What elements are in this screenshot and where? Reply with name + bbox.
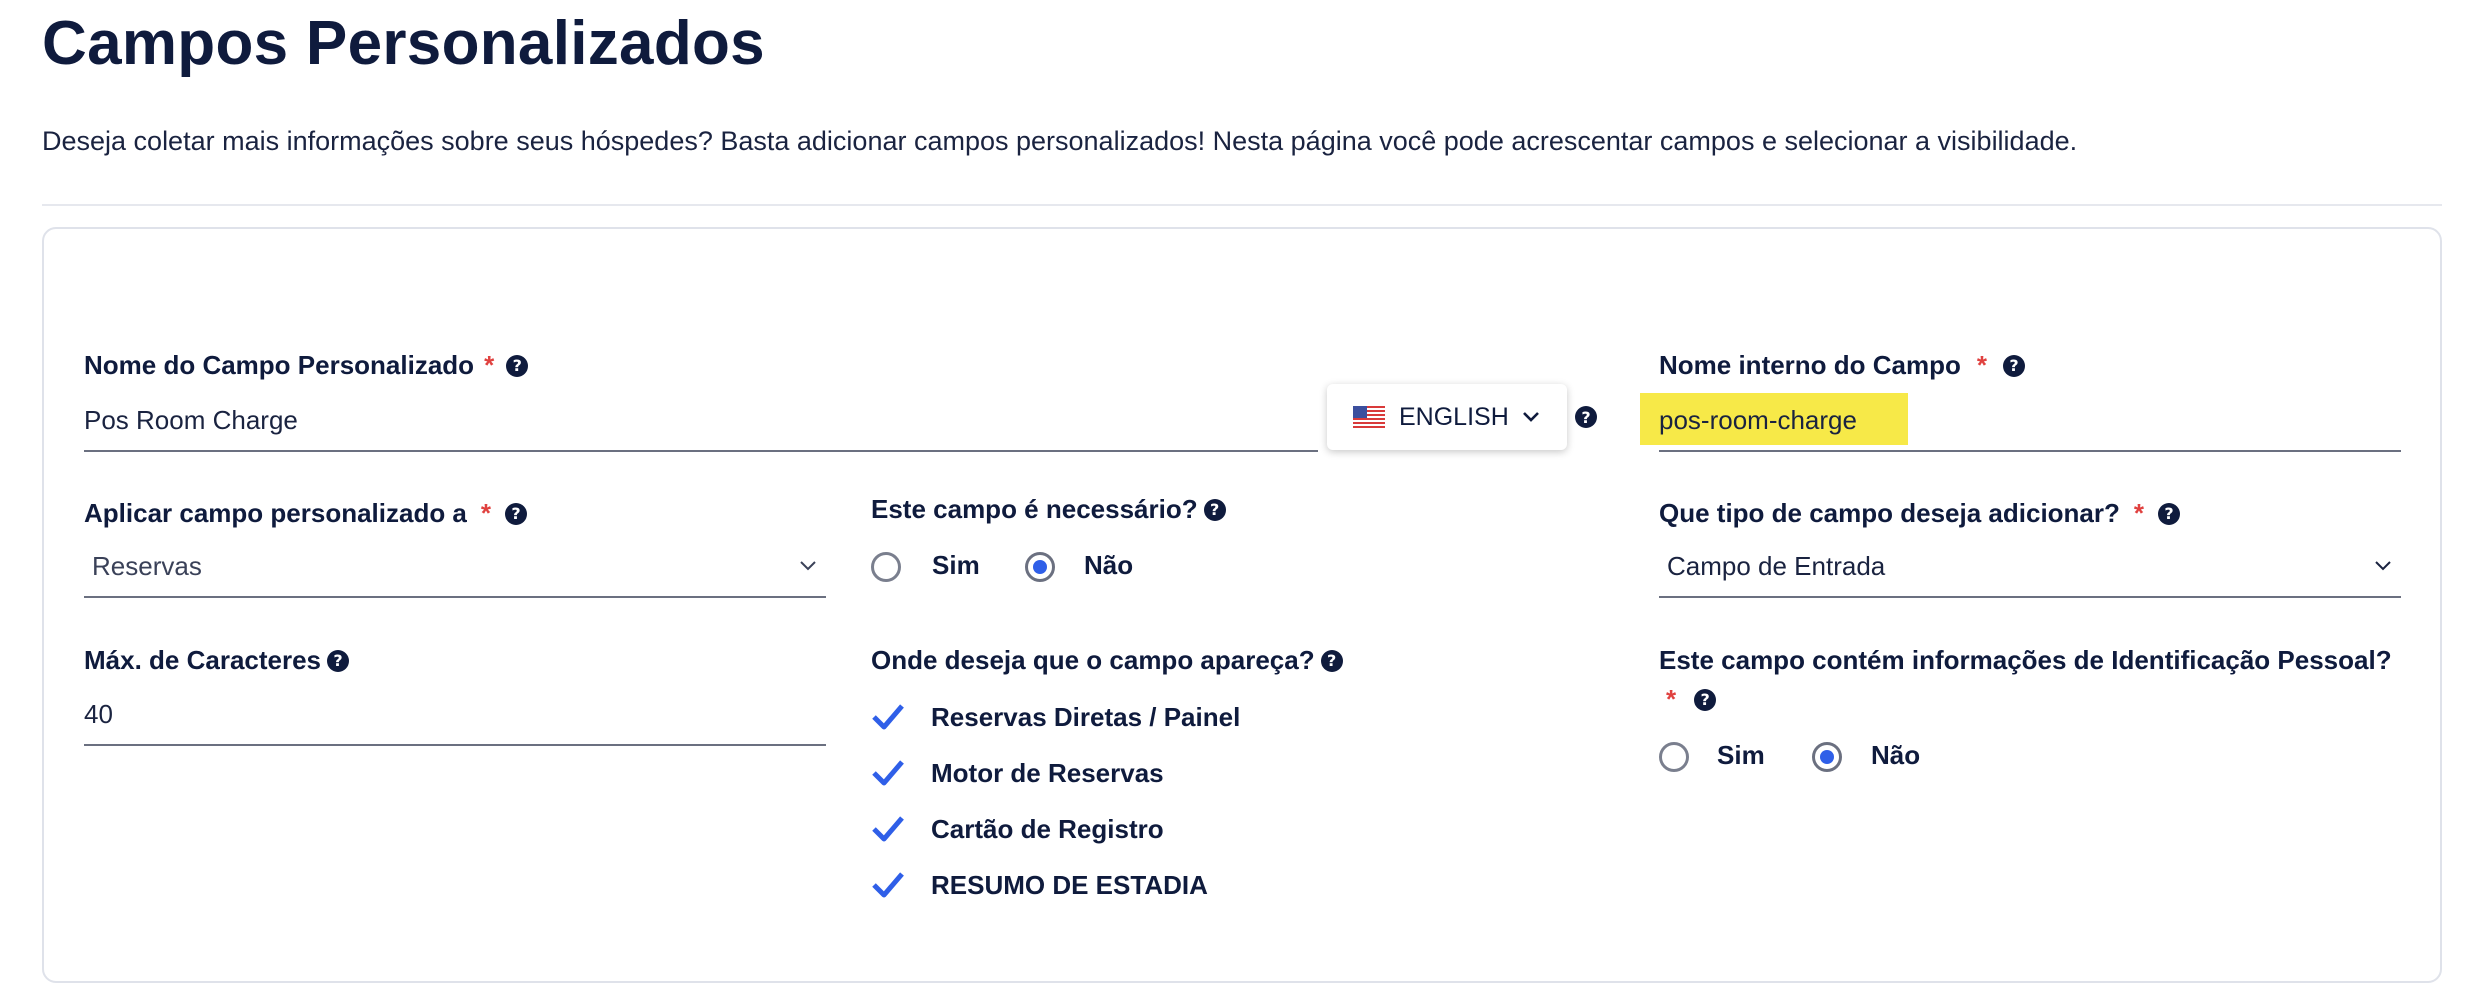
pii-label-text: Este campo contém informações de Identif…	[1659, 645, 2392, 675]
is-required-sim-radio[interactable]	[871, 552, 901, 582]
is-required-label-text: Este campo é necessário?	[871, 494, 1198, 524]
visibility-direct-label: Reservas Diretas / Painel	[931, 702, 1241, 732]
visibility-stay-summary-checkbox[interactable]	[871, 870, 905, 900]
page-title: Campos Personalizados	[42, 9, 765, 78]
help-icon[interactable]: ?	[506, 354, 529, 377]
help-icon[interactable]: ?	[505, 502, 528, 525]
divider	[42, 204, 2442, 206]
help-icon[interactable]: ?	[2158, 502, 2181, 525]
help-icon[interactable]: ?	[1694, 688, 1717, 711]
field-type-select[interactable]: Campo de Entrada	[1659, 536, 2401, 598]
custom-field-name-input[interactable]: Pos Room Charge	[84, 390, 1318, 452]
max-chars-label-text: Máx. de Caracteres	[84, 645, 322, 675]
language-label: ENGLISH	[1399, 402, 1509, 431]
chevron-down-icon	[2375, 561, 2391, 571]
chevron-down-icon	[1523, 412, 1539, 422]
apply-to-select[interactable]: Reservas	[84, 536, 826, 598]
visibility-label: Onde deseja que o campo apareça? ?	[871, 645, 1343, 676]
visibility-label-text: Onde deseja que o campo apareça?	[871, 645, 1315, 675]
help-icon[interactable]: ?	[1203, 498, 1226, 521]
internal-name-value: pos-room-charge	[1659, 404, 1857, 435]
custom-fields-page: Campos Personalizados Deseja coletar mai…	[0, 0, 2480, 1002]
max-chars-label: Máx. de Caracteres ?	[84, 645, 350, 676]
help-icon[interactable]: ?	[2003, 354, 2026, 377]
visibility-booking-engine-checkbox[interactable]	[871, 758, 905, 788]
apply-to-label-text: Aplicar campo personalizado a	[84, 498, 467, 528]
pii-sim-label: Sim	[1717, 740, 1765, 770]
visibility-registration-card-label: Cartão de Registro	[931, 814, 1164, 844]
internal-name-label: Nome interno do Campo * ?	[1659, 350, 2026, 381]
max-chars-value: 40	[84, 698, 113, 729]
pii-nao-label: Não	[1871, 740, 1921, 770]
required-mark: *	[1976, 350, 1988, 380]
us-flag-icon	[1353, 406, 1385, 428]
page-subtitle: Deseja coletar mais informações sobre se…	[42, 126, 2078, 156]
pii-label-extra: * ?	[1666, 684, 1717, 715]
custom-field-name-label: Nome do Campo Personalizado * ?	[84, 350, 529, 381]
is-required-label: Este campo é necessário? ?	[871, 494, 1226, 525]
visibility-direct-checkbox[interactable]	[871, 702, 905, 732]
pii-nao-radio[interactable]	[1812, 742, 1842, 772]
field-type-value: Campo de Entrada	[1667, 550, 1886, 581]
visibility-registration-card-checkbox[interactable]	[871, 814, 905, 844]
is-required-sim-label: Sim	[932, 550, 980, 580]
internal-name-input[interactable]: pos-room-charge	[1659, 390, 2401, 452]
required-mark: *	[1666, 684, 1677, 714]
custom-field-form-card	[42, 227, 2442, 983]
language-help-icon[interactable]: ?	[1575, 406, 1597, 428]
pii-label: Este campo contém informações de Identif…	[1659, 645, 2392, 676]
pii-sim-radio[interactable]	[1659, 742, 1689, 772]
custom-field-name-label-text: Nome do Campo Personalizado	[84, 350, 475, 380]
internal-name-label-text: Nome interno do Campo	[1659, 350, 1961, 380]
max-chars-input[interactable]: 40	[84, 684, 826, 746]
is-required-nao-radio[interactable]	[1025, 552, 1055, 582]
field-type-label: Que tipo de campo deseja adicionar? * ?	[1659, 498, 2181, 529]
visibility-booking-engine-label: Motor de Reservas	[931, 758, 1164, 788]
required-mark: *	[2133, 498, 2145, 528]
language-selector[interactable]: ENGLISH	[1327, 384, 1567, 450]
is-required-nao-label: Não	[1084, 550, 1134, 580]
apply-to-label: Aplicar campo personalizado a * ?	[84, 498, 528, 529]
help-icon[interactable]: ?	[327, 649, 350, 672]
field-type-label-text: Que tipo de campo deseja adicionar?	[1659, 498, 2120, 528]
help-icon[interactable]: ?	[1320, 649, 1343, 672]
required-mark: *	[480, 498, 492, 528]
chevron-down-icon	[800, 561, 816, 571]
visibility-stay-summary-label: RESUMO DE ESTADIA	[931, 870, 1208, 900]
apply-to-value: Reservas	[92, 550, 202, 581]
custom-field-name-value: Pos Room Charge	[84, 404, 298, 435]
required-mark: *	[484, 350, 495, 380]
